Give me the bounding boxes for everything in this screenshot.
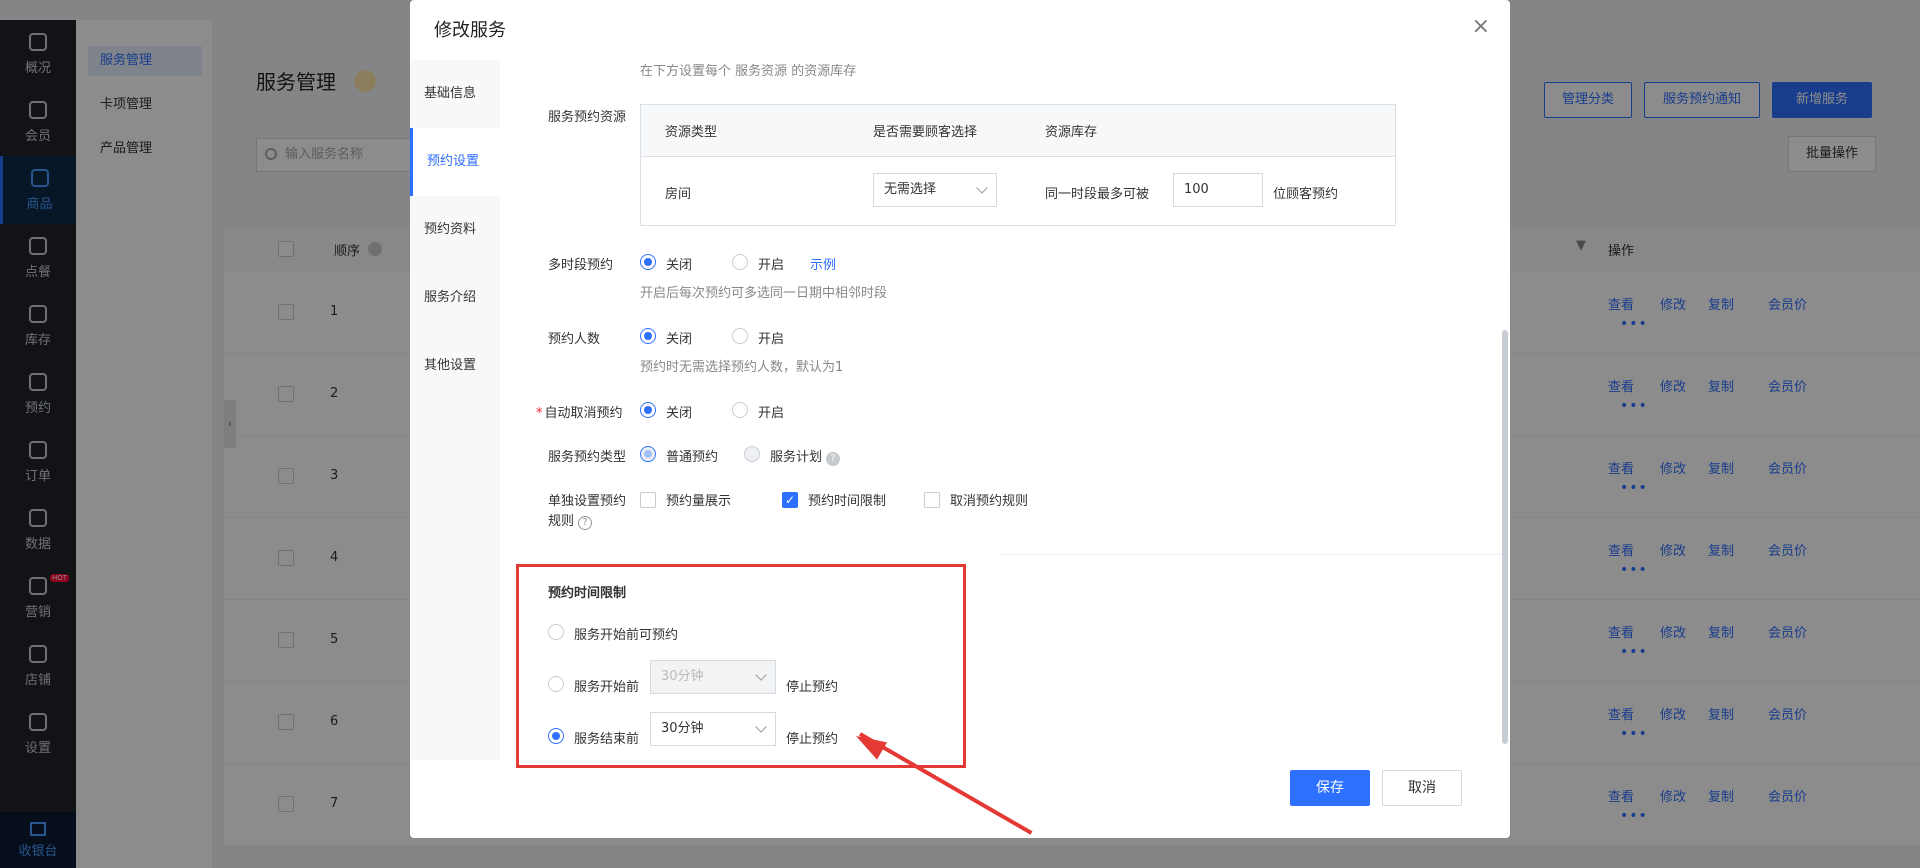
- multi-period-on-radio[interactable]: [732, 254, 748, 270]
- resource-type: 房间: [665, 187, 692, 202]
- show-booking-count-checkbox[interactable]: [640, 492, 656, 508]
- people-off-radio[interactable]: [640, 328, 656, 344]
- people-on-radio[interactable]: [732, 328, 748, 344]
- help-icon: ?: [826, 452, 841, 466]
- tab-booking-settings[interactable]: 预约设置: [410, 128, 500, 196]
- auto-cancel-on-radio[interactable]: [732, 402, 748, 418]
- save-button[interactable]: 保存: [1290, 770, 1370, 806]
- chevron-down-icon: [976, 182, 988, 194]
- modal-tabs: 基础信息 预约设置 预约资料 服务介绍 其他设置: [410, 60, 500, 760]
- multi-period-label: 多时段预约: [548, 258, 614, 273]
- resource-label: 服务预约资源: [548, 110, 627, 125]
- stock-input[interactable]: 100: [1173, 173, 1263, 207]
- booking-type-normal-radio[interactable]: [640, 446, 656, 462]
- booking-type-plan-radio[interactable]: [744, 446, 760, 462]
- resource-table: 资源类型 是否需要顾客选择 资源库存 房间 无需选择 同一时段最多可被 100 …: [640, 104, 1396, 226]
- rules-label: 单独设置预约: [548, 494, 627, 509]
- cancel-rule-checkbox[interactable]: [924, 492, 940, 508]
- resource-hint: 在下方设置每个 服务资源 的资源库存: [640, 64, 857, 79]
- example-link[interactable]: 示例: [810, 254, 836, 273]
- auto-cancel-label: * 自动取消预约: [536, 406, 623, 421]
- multi-period-off-radio[interactable]: [640, 254, 656, 270]
- time-limit-checkbox[interactable]: ✓: [782, 492, 798, 508]
- close-icon[interactable]: ×: [1472, 14, 1490, 39]
- people-label: 预约人数: [548, 332, 601, 347]
- tab-other-settings[interactable]: 其他设置: [410, 332, 500, 400]
- help-icon: ?: [578, 516, 593, 530]
- booking-type-label: 服务预约类型: [548, 450, 627, 465]
- modal-scrollbar[interactable]: [1502, 330, 1508, 744]
- section-divider: [1000, 554, 1510, 555]
- cancel-button[interactable]: 取消: [1382, 770, 1462, 806]
- tab-basic-info[interactable]: 基础信息: [410, 60, 500, 128]
- auto-cancel-off-radio[interactable]: [640, 402, 656, 418]
- tab-booking-info[interactable]: 预约资料: [410, 196, 500, 264]
- modal-title: 修改服务: [434, 20, 506, 41]
- annotation-highlight-box: [516, 564, 966, 768]
- tab-service-intro[interactable]: 服务介绍: [410, 264, 500, 332]
- customer-select-dropdown[interactable]: 无需选择: [873, 173, 997, 207]
- resource-table-header: 资源类型 是否需要顾客选择 资源库存: [641, 105, 1395, 157]
